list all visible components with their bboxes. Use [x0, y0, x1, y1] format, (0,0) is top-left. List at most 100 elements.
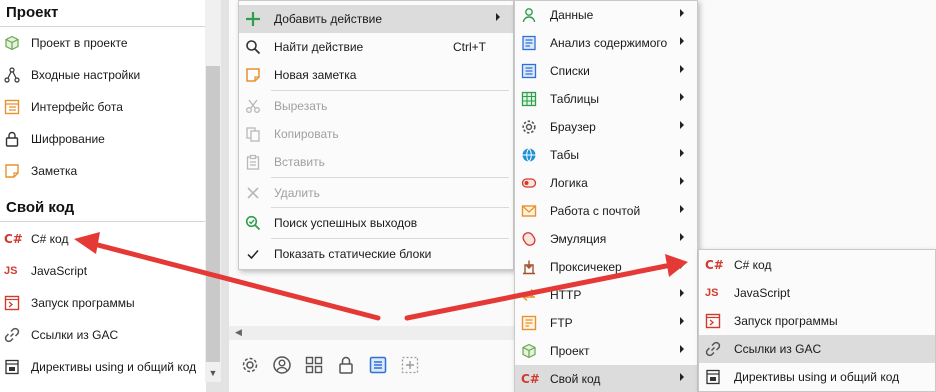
code-item-label: C# код — [734, 258, 772, 272]
submenu-item-logic[interactable]: Логика — [515, 169, 697, 197]
globe-icon — [521, 147, 537, 163]
proxy-icon — [521, 259, 537, 275]
directives-icon — [705, 369, 721, 385]
menu-item-paste[interactable]: Вставить — [239, 148, 513, 176]
search-success-icon — [245, 215, 261, 231]
submenu-arrow-icon — [680, 317, 684, 325]
analysis-icon — [521, 35, 537, 51]
gear-icon — [521, 119, 537, 135]
submenu-item-tables[interactable]: Таблицы — [515, 85, 697, 113]
menu-item-cut[interactable]: Вырезать — [239, 92, 513, 120]
menu-item-copy[interactable]: Копировать — [239, 120, 513, 148]
submenu-item-label: Работа с почтой — [550, 204, 641, 218]
menu-item-label: Удалить — [274, 186, 320, 200]
menu-item-add-action[interactable]: Добавить действие — [239, 5, 513, 33]
left-item-project-in-project[interactable]: Проект в проекте — [0, 27, 206, 59]
submenu-item-label: FTP — [550, 316, 573, 330]
submenu-item-data[interactable]: Данные — [515, 1, 697, 29]
left-scrollbar[interactable]: ▼ — [205, 0, 221, 382]
menu-item-label: Вырезать — [274, 99, 328, 113]
submenu-item-browser[interactable]: Браузер — [515, 113, 697, 141]
left-item-note[interactable]: Заметка — [0, 155, 206, 187]
plus-icon — [245, 11, 261, 27]
http-icon — [521, 287, 537, 303]
submenu-item-lists[interactable]: Списки — [515, 57, 697, 85]
mail-icon — [521, 203, 537, 219]
csharp-icon: C# — [4, 232, 23, 246]
menu-item-search-successful-outputs[interactable]: Поиск успешных выходов — [239, 209, 513, 237]
actions-submenu: Данные Анализ содержимого Списки Таблицы… — [514, 0, 698, 392]
submenu-item-content-analysis[interactable]: Анализ содержимого — [515, 29, 697, 57]
run-program-icon — [4, 295, 20, 311]
lock-icon — [4, 131, 20, 147]
code-item-label: Ссылки из GAC — [734, 342, 822, 356]
csharp-icon: C# — [705, 258, 724, 272]
submenu-item-project[interactable]: Проект — [515, 337, 697, 365]
menu-separator — [271, 177, 509, 178]
menu-item-label: Показать статические блоки — [274, 247, 432, 261]
menu-item-label: Копировать — [274, 127, 339, 141]
menu-item-new-note[interactable]: Новая заметка — [239, 61, 513, 89]
list-icon[interactable] — [368, 355, 388, 375]
submenu-item-tabs[interactable]: Табы — [515, 141, 697, 169]
submenu-arrow-icon — [680, 373, 684, 381]
menu-item-find-action[interactable]: Найти действие Ctrl+T — [239, 33, 513, 61]
menu-item-show-static-blocks[interactable]: Показать статические блоки — [239, 240, 513, 268]
settings-gear-icon[interactable] — [240, 355, 260, 375]
lock-icon[interactable] — [336, 355, 356, 375]
submenu-item-emulation[interactable]: Эмуляция — [515, 225, 697, 253]
submenu-item-label: Эмуляция — [550, 232, 607, 246]
left-item-label: Интерфейс бота — [31, 100, 123, 114]
submenu-item-label: Свой код — [550, 372, 601, 386]
left-item-javascript[interactable]: JS JavaScript — [0, 255, 206, 287]
submenu-arrow-icon — [680, 233, 684, 241]
submenu-item-proxychecker[interactable]: Проксичекер — [515, 253, 697, 281]
left-item-label: C# код — [31, 232, 69, 246]
submenu-item-ftp[interactable]: FTP — [515, 309, 697, 337]
submenu-item-mail[interactable]: Работа с почтой — [515, 197, 697, 225]
run-program-icon — [705, 313, 721, 329]
code-item-run-program[interactable]: Запуск программы — [699, 307, 935, 335]
left-item-run-program[interactable]: Запуск программы — [0, 287, 206, 319]
code-item-javascript[interactable]: JS JavaScript — [699, 279, 935, 307]
section-title-custom-code: Свой код — [6, 199, 75, 216]
mouse-icon — [521, 231, 537, 247]
divider — [0, 221, 206, 222]
paste-icon — [245, 154, 261, 170]
submenu-item-custom-code[interactable]: C# Свой код — [515, 365, 697, 392]
ftp-icon — [521, 315, 537, 331]
code-item-csharp[interactable]: C# C# код — [699, 251, 935, 279]
menu-separator — [271, 90, 509, 91]
left-item-using-directives[interactable]: Директивы using и общий код — [0, 351, 206, 383]
left-item-gac-links[interactable]: Ссылки из GAC — [0, 319, 206, 351]
user-icon[interactable] — [272, 355, 292, 375]
search-icon — [245, 39, 261, 55]
code-item-label: Директивы using и общий код — [734, 370, 900, 384]
submenu-item-label: Браузер — [550, 120, 596, 134]
interface-icon — [4, 99, 20, 115]
scroll-down-arrow-icon[interactable]: ▼ — [205, 364, 221, 382]
left-item-label: JavaScript — [31, 264, 88, 278]
submenu-item-http[interactable]: HTTP — [515, 281, 697, 309]
code-item-gac-links[interactable]: Ссылки из GAC — [699, 335, 935, 363]
scroll-left-arrow-icon[interactable]: ◀ — [235, 327, 242, 338]
left-item-csharp-code[interactable]: C# C# код — [0, 223, 206, 255]
left-item-bot-interface[interactable]: Интерфейс бота — [0, 91, 206, 123]
submenu-item-label: Списки — [550, 64, 590, 78]
custom-code-submenu: C# C# код JS JavaScript Запуск программы… — [698, 249, 936, 392]
left-item-input-settings[interactable]: Входные настройки — [0, 59, 206, 91]
context-menu: Добавить действие Найти действие Ctrl+T … — [238, 0, 514, 270]
menu-item-label: Найти действие — [274, 40, 364, 54]
add-block-icon[interactable] — [400, 355, 420, 375]
left-item-encryption[interactable]: Шифрование — [0, 123, 206, 155]
code-item-label: JavaScript — [734, 286, 791, 300]
menu-separator — [271, 238, 509, 239]
grid-icon[interactable] — [304, 355, 324, 375]
code-item-using-directives[interactable]: Директивы using и общий код — [699, 363, 935, 391]
menu-item-label: Поиск успешных выходов — [274, 216, 418, 230]
left-item-label: Директивы using и общий код — [31, 360, 197, 374]
logic-icon — [521, 175, 537, 191]
scrollbar-thumb[interactable] — [206, 66, 220, 362]
left-panel: Проект Проект в проекте Входные настройк… — [0, 0, 206, 392]
menu-item-delete[interactable]: Удалить — [239, 179, 513, 207]
